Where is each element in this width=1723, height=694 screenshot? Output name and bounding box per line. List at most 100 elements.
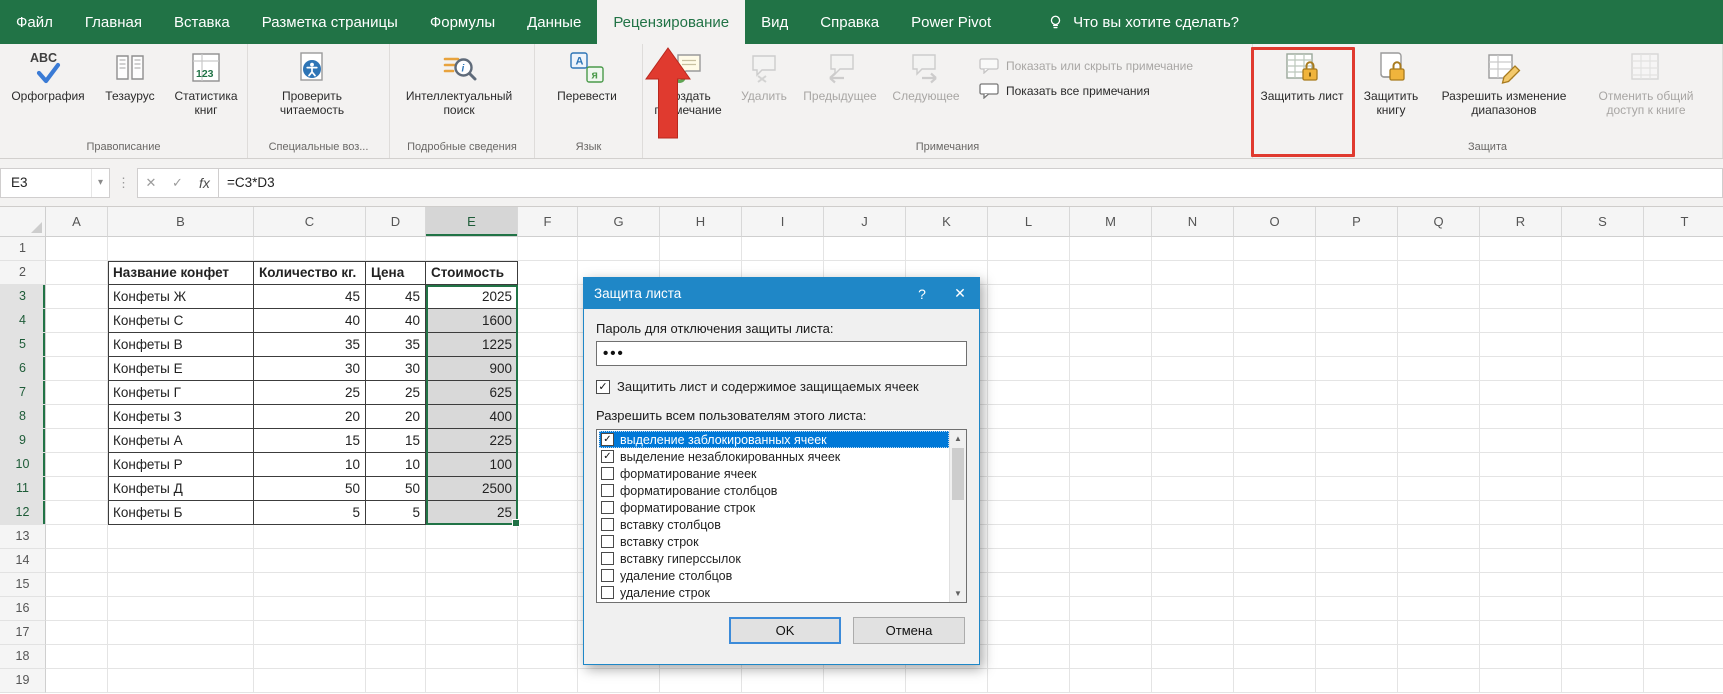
cell-M5[interactable] [1070, 333, 1152, 357]
cell-H1[interactable] [660, 237, 742, 261]
cell-P5[interactable] [1316, 333, 1398, 357]
cell-R2[interactable] [1480, 261, 1562, 285]
cell-O5[interactable] [1234, 333, 1316, 357]
cell-D5[interactable]: 35 [366, 333, 426, 357]
cell-F18[interactable] [518, 645, 578, 669]
cell-T2[interactable] [1644, 261, 1723, 285]
cell-Q6[interactable] [1398, 357, 1480, 381]
cell-E14[interactable] [426, 549, 518, 573]
cell-T6[interactable] [1644, 357, 1723, 381]
next-comment-button[interactable]: Следующее [883, 46, 969, 103]
menu-tab-insert[interactable]: Вставка [158, 0, 246, 44]
cell-A8[interactable] [46, 405, 108, 429]
cell-M6[interactable] [1070, 357, 1152, 381]
translate-button[interactable]: Aя Перевести [545, 46, 629, 103]
row-header-18[interactable]: 18 [0, 645, 46, 669]
cell-A6[interactable] [46, 357, 108, 381]
permission-checkbox-7[interactable] [601, 552, 614, 565]
cell-E9[interactable]: 225 [426, 429, 518, 453]
cell-F8[interactable] [518, 405, 578, 429]
cell-E18[interactable] [426, 645, 518, 669]
cell-F5[interactable] [518, 333, 578, 357]
cell-N9[interactable] [1152, 429, 1234, 453]
cell-N15[interactable] [1152, 573, 1234, 597]
cell-Q10[interactable] [1398, 453, 1480, 477]
row-header-15[interactable]: 15 [0, 573, 46, 597]
cell-R4[interactable] [1480, 309, 1562, 333]
cell-D15[interactable] [366, 573, 426, 597]
smart-lookup-button[interactable]: i Интеллектуальный поиск [392, 46, 526, 117]
cell-B6[interactable]: Конфеты Е [108, 357, 254, 381]
cell-N19[interactable] [1152, 669, 1234, 693]
cell-E5[interactable]: 1225 [426, 333, 518, 357]
cell-M4[interactable] [1070, 309, 1152, 333]
password-input[interactable]: ••• [596, 341, 967, 366]
cell-E4[interactable]: 1600 [426, 309, 518, 333]
cell-R11[interactable] [1480, 477, 1562, 501]
cell-R10[interactable] [1480, 453, 1562, 477]
cell-Q11[interactable] [1398, 477, 1480, 501]
cell-T4[interactable] [1644, 309, 1723, 333]
row-header-4[interactable]: 4 [0, 309, 46, 333]
cell-D16[interactable] [366, 597, 426, 621]
cell-Q13[interactable] [1398, 525, 1480, 549]
cell-Q5[interactable] [1398, 333, 1480, 357]
cell-S15[interactable] [1562, 573, 1644, 597]
cell-C3[interactable]: 45 [254, 285, 366, 309]
cell-A13[interactable] [46, 525, 108, 549]
permission-item-4[interactable]: форматирование строк [599, 499, 949, 516]
permission-checkbox-6[interactable] [601, 535, 614, 548]
cell-T13[interactable] [1644, 525, 1723, 549]
show-all-comments-button[interactable]: Показать все примечания [979, 83, 1193, 99]
cell-B8[interactable]: Конфеты З [108, 405, 254, 429]
cell-R6[interactable] [1480, 357, 1562, 381]
cell-I19[interactable] [742, 669, 824, 693]
cell-A2[interactable] [46, 261, 108, 285]
ok-button[interactable]: OK [729, 617, 841, 644]
cell-S7[interactable] [1562, 381, 1644, 405]
cell-P7[interactable] [1316, 381, 1398, 405]
cell-S16[interactable] [1562, 597, 1644, 621]
cell-Q16[interactable] [1398, 597, 1480, 621]
check-accessibility-button[interactable]: Проверить читаемость [260, 46, 364, 117]
cell-R15[interactable] [1480, 573, 1562, 597]
cell-M16[interactable] [1070, 597, 1152, 621]
cell-O10[interactable] [1234, 453, 1316, 477]
cell-N6[interactable] [1152, 357, 1234, 381]
cell-L10[interactable] [988, 453, 1070, 477]
cell-R3[interactable] [1480, 285, 1562, 309]
cell-A15[interactable] [46, 573, 108, 597]
cell-N2[interactable] [1152, 261, 1234, 285]
cell-Q9[interactable] [1398, 429, 1480, 453]
cell-B15[interactable] [108, 573, 254, 597]
cell-O15[interactable] [1234, 573, 1316, 597]
cell-F1[interactable] [518, 237, 578, 261]
cell-A4[interactable] [46, 309, 108, 333]
cell-N12[interactable] [1152, 501, 1234, 525]
cell-P17[interactable] [1316, 621, 1398, 645]
cell-N7[interactable] [1152, 381, 1234, 405]
cell-O8[interactable] [1234, 405, 1316, 429]
cell-M19[interactable] [1070, 669, 1152, 693]
cell-O4[interactable] [1234, 309, 1316, 333]
cell-F3[interactable] [518, 285, 578, 309]
cell-J1[interactable] [824, 237, 906, 261]
cell-D19[interactable] [366, 669, 426, 693]
scroll-down-icon[interactable]: ▼ [950, 585, 966, 602]
cell-O16[interactable] [1234, 597, 1316, 621]
cell-C10[interactable]: 10 [254, 453, 366, 477]
cell-A1[interactable] [46, 237, 108, 261]
cell-O12[interactable] [1234, 501, 1316, 525]
cell-E3[interactable]: 2025 [426, 285, 518, 309]
cell-R16[interactable] [1480, 597, 1562, 621]
cell-L3[interactable] [988, 285, 1070, 309]
cell-A18[interactable] [46, 645, 108, 669]
cell-N14[interactable] [1152, 549, 1234, 573]
cell-B13[interactable] [108, 525, 254, 549]
cell-C15[interactable] [254, 573, 366, 597]
cell-E12[interactable]: 25 [426, 501, 518, 525]
cell-C4[interactable]: 40 [254, 309, 366, 333]
column-header-D[interactable]: D [366, 207, 426, 237]
menu-tab-power-pivot[interactable]: Power Pivot [895, 0, 1007, 44]
menu-tab-data[interactable]: Данные [511, 0, 597, 44]
